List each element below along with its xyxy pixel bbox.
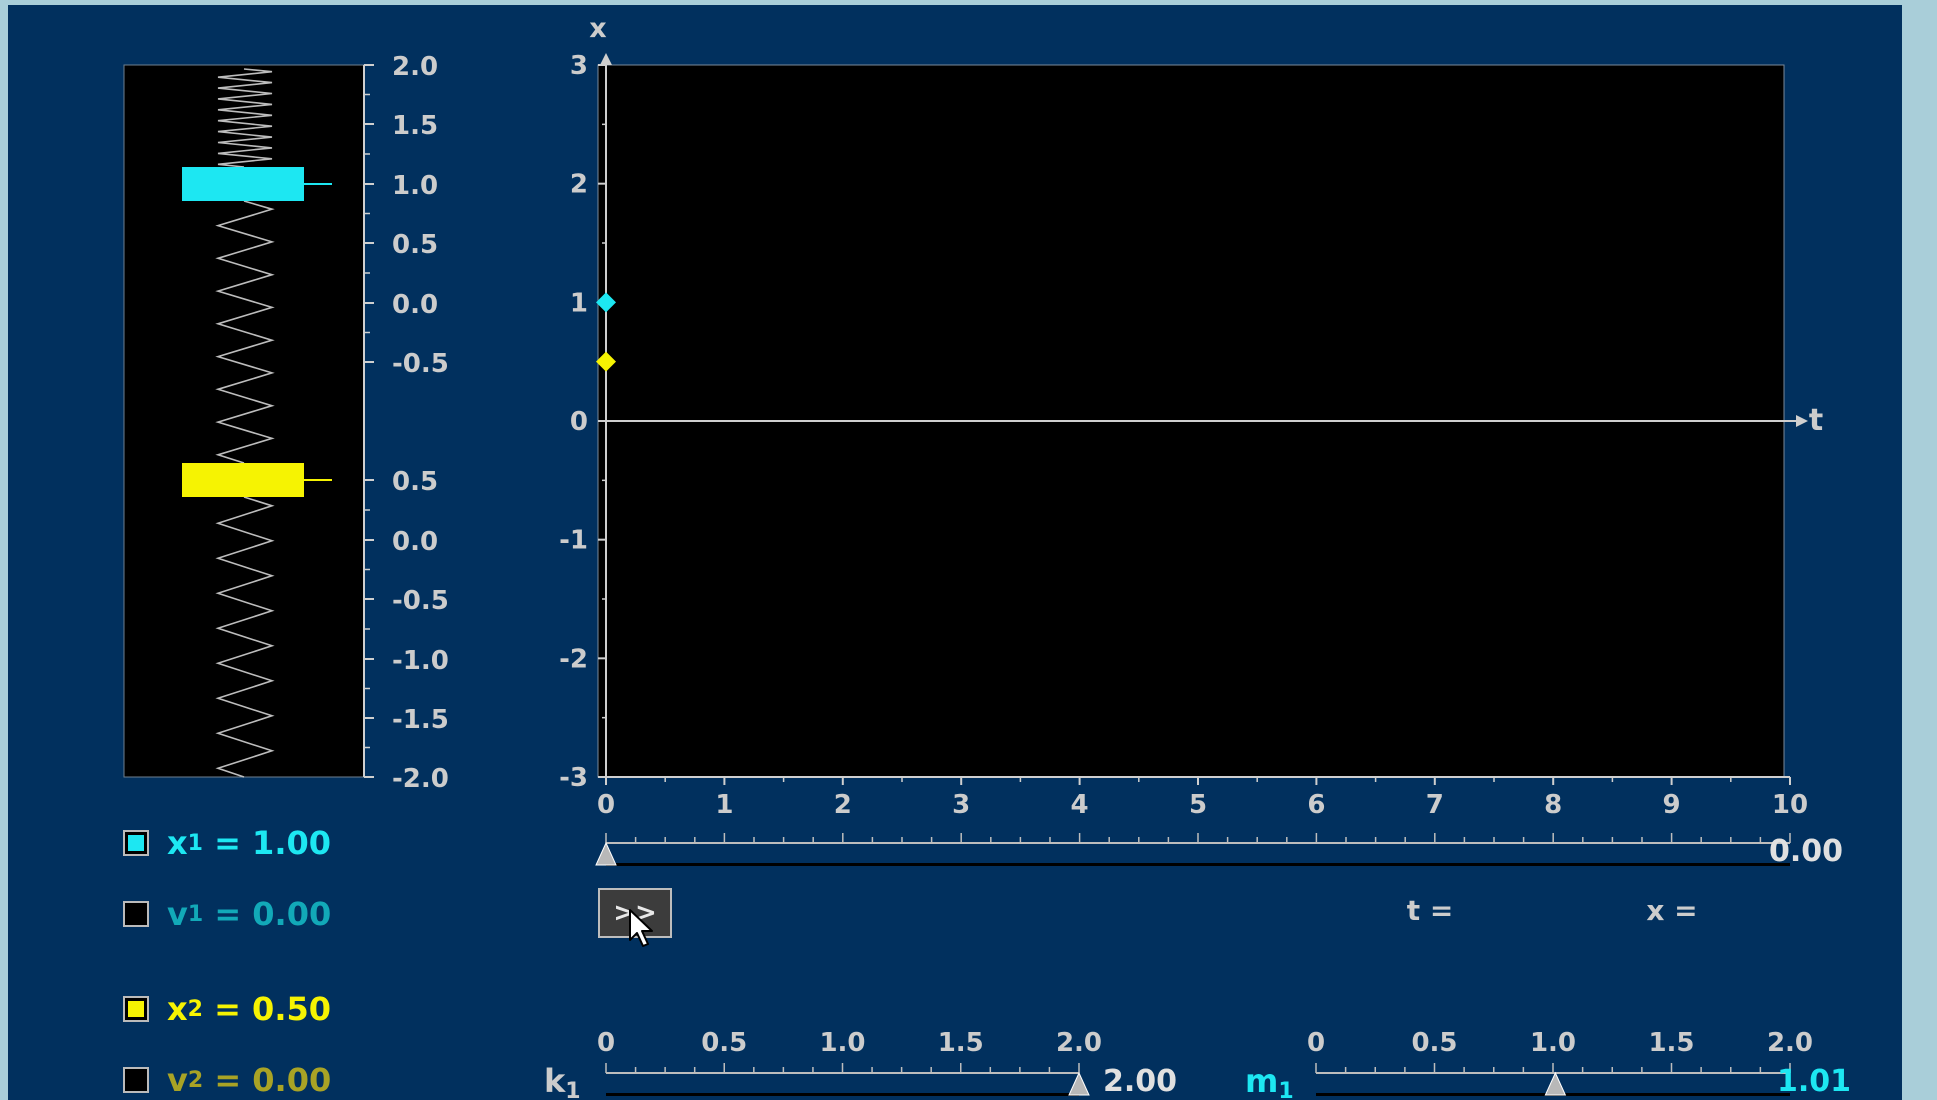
spring-axis-tick-label-lower: -0.5 xyxy=(392,586,449,616)
x-tick-label: 1 xyxy=(715,790,733,820)
spring-axis-tick-label-upper: 1.5 xyxy=(392,111,438,141)
x-tick-label: 3 xyxy=(952,790,970,820)
spring-axis-tick-label-lower: 0.5 xyxy=(392,467,438,497)
time-slider[interactable] xyxy=(595,833,1791,866)
y-tick-label: -1 xyxy=(559,526,588,556)
x-tick-label: 4 xyxy=(1071,790,1089,820)
m1-value: 1.01 xyxy=(1777,1064,1851,1099)
spring-axis-tick-label-upper: 0.0 xyxy=(392,290,438,320)
x1-checkbox[interactable] xyxy=(123,830,149,856)
slider-tick-label: 1.0 xyxy=(1530,1028,1576,1058)
slider-tick-label: 0 xyxy=(597,1028,615,1058)
v1-value: = 0.00 xyxy=(214,895,332,933)
y-axis-arrow xyxy=(600,53,612,65)
v1-readout[interactable]: v1 = 0.00 xyxy=(123,894,331,934)
y-axis-label: x xyxy=(589,13,606,44)
slider-track[interactable] xyxy=(606,1093,1079,1096)
x2-symbol: x xyxy=(167,990,188,1028)
plot-canvas xyxy=(597,64,1785,778)
spring-axis-tick-label-upper: 0.5 xyxy=(392,230,438,260)
m1-slider[interactable]: 0 0.5 1.0 1.5 2.0 xyxy=(1307,1028,1813,1096)
series-2-point xyxy=(596,351,616,372)
mass-1-block[interactable] xyxy=(182,167,304,201)
slider-track[interactable] xyxy=(1316,1093,1790,1096)
v2-subscript: 2 xyxy=(187,1067,204,1093)
slider-tick-label: 2.0 xyxy=(1767,1028,1813,1058)
x-tick-label: 0 xyxy=(597,790,615,820)
k1-slider[interactable]: 0 0.5 1.0 1.5 2.0 xyxy=(597,1028,1102,1096)
k1-label: k1 xyxy=(544,1062,581,1100)
spring-axis-tick-label-upper: -0.5 xyxy=(392,349,449,379)
spring-axis-tick-label-lower: -1.0 xyxy=(392,646,449,676)
v2-checkbox[interactable] xyxy=(123,1067,149,1093)
k1-value: 2.00 xyxy=(1103,1064,1177,1099)
spring-axis-tick-label-lower: 0.0 xyxy=(392,527,438,557)
y-tick-label: -3 xyxy=(559,763,588,793)
x-tick-label: 10 xyxy=(1772,790,1808,820)
time-slider-value: 0.00 xyxy=(1769,834,1843,869)
spring-axis-tick-label-upper: 2.0 xyxy=(392,52,438,82)
x-axis-label: t xyxy=(1809,403,1823,438)
x2-value: = 0.50 xyxy=(214,990,331,1028)
spring-axis-tick-label-lower: -1.5 xyxy=(392,705,449,735)
y-tick-label: -2 xyxy=(559,644,588,674)
series-1-point xyxy=(596,292,616,313)
y-tick-label: 1 xyxy=(570,288,588,318)
v1-checkbox[interactable] xyxy=(123,901,149,927)
slider-handle[interactable] xyxy=(1544,1071,1567,1096)
mass-2-block[interactable] xyxy=(182,463,304,497)
y-tick-label: 3 xyxy=(570,51,588,81)
slider-tick-label: 0.5 xyxy=(701,1028,747,1058)
m1-symbol: m xyxy=(1245,1062,1278,1100)
x-tick-label: 7 xyxy=(1426,790,1444,820)
t-readout-label: t = xyxy=(1407,894,1454,927)
v2-readout[interactable]: v2 = 0.00 xyxy=(123,1060,331,1100)
x-tick-label: 5 xyxy=(1189,790,1207,820)
y-tick-label: 2 xyxy=(570,170,588,200)
spring-view: 2.0 1.5 1.0 0.5 0.0 -0.5 0.5 0.0 -0.5 -1.0 -1.5 -2.… xyxy=(123,52,449,794)
v2-value: = 0.00 xyxy=(214,1061,332,1099)
x-tick-label: 2 xyxy=(834,790,852,820)
x-tick-label: 9 xyxy=(1663,790,1681,820)
slider-tick-label: 0 xyxy=(1307,1028,1325,1058)
spring-axis-tick-label-upper: 1.0 xyxy=(392,171,438,201)
slider-tick-label: 1.5 xyxy=(1648,1028,1694,1058)
x1-subscript: 1 xyxy=(187,830,203,856)
slider-tick-label: 1.5 xyxy=(938,1028,984,1058)
x1-symbol: x xyxy=(167,824,188,862)
v2-symbol: v xyxy=(167,1061,188,1099)
x2-checkbox[interactable] xyxy=(123,996,149,1022)
slider-tick-label: 1.0 xyxy=(819,1028,865,1058)
x-axis-arrow xyxy=(1796,415,1808,427)
x-readout-label: x = xyxy=(1646,894,1697,927)
slider-tick-label: 2.0 xyxy=(1056,1028,1102,1058)
v1-subscript: 1 xyxy=(187,901,204,927)
m1-subscript: 1 xyxy=(1278,1079,1293,1100)
k1-symbol: k xyxy=(544,1062,566,1100)
m1-label: m1 xyxy=(1245,1062,1294,1100)
mouse-cursor-icon xyxy=(629,909,653,947)
slider-track[interactable] xyxy=(606,863,1790,866)
v1-symbol: v xyxy=(167,895,188,933)
x1-readout[interactable]: x1 = 1.00 xyxy=(123,823,331,863)
x2-readout[interactable]: x2 = 0.50 xyxy=(123,989,331,1029)
spring-axis-tick-label-lower: -2.0 xyxy=(392,764,449,794)
simulation-panel: 2.0 1.5 1.0 0.5 0.0 -0.5 0.5 0.0 -0.5 -1.0 -1.5 -2.… xyxy=(8,5,1902,1100)
k1-subscript: 1 xyxy=(565,1079,580,1100)
slider-handle[interactable] xyxy=(1068,1071,1090,1096)
y-tick-label: 0 xyxy=(570,407,588,437)
x-tick-label: 6 xyxy=(1307,790,1325,820)
x1-value: = 1.00 xyxy=(214,824,331,862)
x2-subscript: 2 xyxy=(187,996,203,1022)
slider-handle[interactable] xyxy=(595,841,617,866)
x-tick-label: 8 xyxy=(1544,790,1562,820)
slider-tick-label: 0.5 xyxy=(1411,1028,1457,1058)
